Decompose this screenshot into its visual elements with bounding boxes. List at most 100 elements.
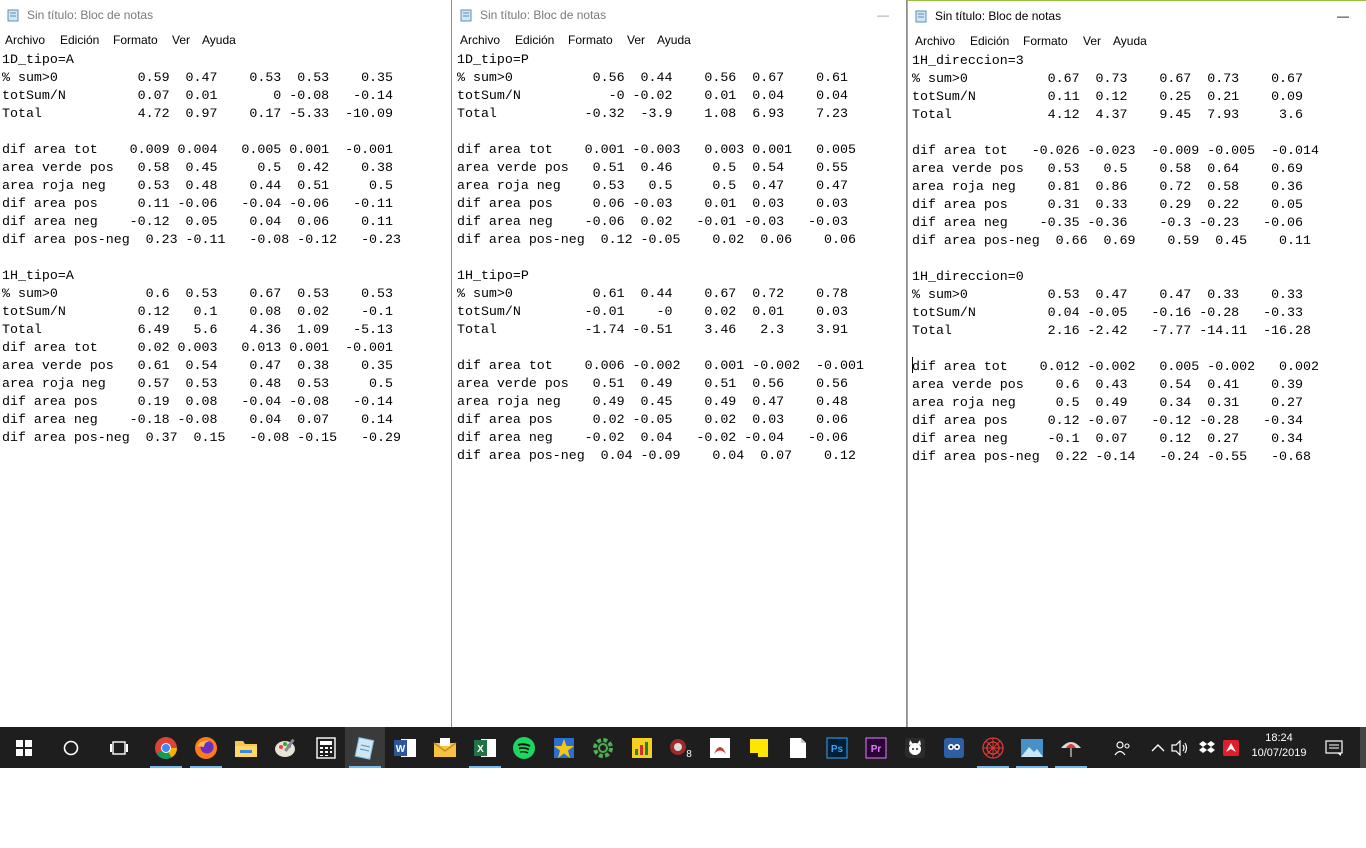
notepad-window-1[interactable]: Sin título: Bloc de notas Archivo Edició… (0, 0, 452, 727)
taskbar-spider-web[interactable] (973, 727, 1013, 768)
action-center-button[interactable] (1320, 727, 1348, 768)
menu-bar: Archivo Edición Formato Ver Ayuda (908, 31, 1366, 51)
mail-icon (433, 737, 457, 757)
text-editor[interactable]: 1H_direccion=3 % sum>0 0.67 0.73 0.67 0.… (912, 52, 1319, 466)
taskbar-sticky-notes[interactable] (739, 727, 779, 768)
clock[interactable]: 18:24 10/07/2019 (1244, 731, 1314, 761)
taskbar-acrobat[interactable] (700, 727, 740, 768)
taskbar-mail[interactable] (425, 727, 465, 768)
show-desktop-button[interactable] (1360, 727, 1366, 768)
volume-button[interactable] (1169, 727, 1191, 768)
document-icon (790, 737, 806, 758)
umbrella-app-icon (1061, 741, 1081, 757)
taskbar-github[interactable] (895, 727, 935, 768)
menu-ver[interactable]: Ver (172, 33, 190, 47)
taskbar-paint[interactable] (266, 727, 306, 768)
volume-icon (1171, 739, 1188, 756)
menu-ver[interactable]: Ver (627, 33, 645, 47)
window-title: Sin título: Bloc de notas (27, 8, 154, 22)
taskbar-notepad[interactable] (345, 727, 385, 768)
taskbar-excel[interactable]: X (465, 727, 505, 768)
chart-app-icon (632, 737, 652, 758)
clock-date: 10/07/2019 (1251, 747, 1307, 759)
star-app-icon (554, 737, 574, 758)
calculator-icon (316, 736, 336, 759)
start-button[interactable] (4, 727, 44, 768)
background-area (0, 768, 1366, 848)
title-bar[interactable]: Sin título: Bloc de notas (0, 0, 451, 30)
taskbar-badge-app[interactable]: 8 (661, 727, 701, 768)
acrobat-icon (710, 737, 730, 758)
dropbox-button[interactable] (1195, 727, 1219, 768)
people-icon (1114, 740, 1130, 755)
chevron-up-icon (1151, 743, 1165, 751)
task-view-button[interactable] (99, 727, 139, 768)
notepad-icon (460, 9, 472, 22)
people-button[interactable] (1109, 727, 1137, 768)
taskbar-file-explorer[interactable] (226, 727, 266, 768)
taskbar-firefox[interactable] (186, 727, 226, 768)
start-icon (16, 739, 32, 756)
badge-app-icon: 8 (670, 738, 692, 760)
premiere-icon: Pr (865, 737, 887, 758)
notepad-window-2[interactable]: Sin título: Bloc de notas — Archivo Edic… (453, 0, 907, 727)
svg-text:8: 8 (686, 749, 692, 760)
svg-text:Pr: Pr (871, 744, 882, 755)
taskbar-settings-gear[interactable] (583, 727, 623, 768)
file-explorer-icon (235, 740, 257, 757)
task-view-icon (110, 740, 128, 755)
minimize-button[interactable]: — (860, 0, 906, 30)
menu-bar: Archivo Edición Formato Ver Ayuda (0, 30, 451, 50)
taskbar-premiere[interactable]: Pr (856, 727, 896, 768)
menu-archivo[interactable]: Archivo (915, 34, 955, 48)
spotify-icon (513, 736, 535, 759)
cortana-icon (63, 740, 79, 755)
taskbar-umbrella-app[interactable] (1051, 727, 1091, 768)
menu-archivo[interactable]: Archivo (5, 33, 45, 47)
taskbar-chart-app[interactable] (622, 727, 662, 768)
svg-text:W: W (396, 744, 406, 755)
menu-ayuda[interactable]: Ayuda (657, 33, 691, 47)
owl-app-icon (944, 737, 964, 758)
text-editor[interactable]: 1D_tipo=A % sum>0 0.59 0.47 0.53 0.53 0.… (2, 51, 401, 447)
taskbar: W X 8 Ps Pr 18:24 10/07/2019 (0, 727, 1366, 768)
github-icon (905, 737, 925, 758)
excel-icon: X (474, 738, 496, 757)
menu-edicion[interactable]: Edición (970, 34, 1009, 48)
menu-formato[interactable]: Formato (113, 33, 158, 47)
photos-icon (1021, 738, 1043, 757)
notepad-icon (915, 10, 927, 23)
menu-formato[interactable]: Formato (1023, 34, 1068, 48)
spider-web-icon (982, 736, 1004, 759)
taskbar-word[interactable]: W (385, 727, 425, 768)
text-caret (912, 357, 913, 373)
photoshop-icon: Ps (826, 737, 848, 758)
menu-ayuda[interactable]: Ayuda (202, 33, 236, 47)
clock-time: 18:24 (1265, 732, 1293, 744)
word-icon: W (394, 738, 416, 757)
taskbar-chrome[interactable] (146, 727, 186, 768)
notepad-window-3[interactable]: Sin título: Bloc de notas — Archivo Edic… (907, 0, 1366, 727)
menu-formato[interactable]: Formato (568, 33, 613, 47)
title-bar[interactable]: Sin título: Bloc de notas — (908, 1, 1366, 31)
taskbar-photos[interactable] (1012, 727, 1052, 768)
menu-ver[interactable]: Ver (1083, 34, 1101, 48)
cortana-button[interactable] (51, 727, 91, 768)
chrome-icon (155, 736, 177, 759)
menu-edicion[interactable]: Edición (60, 33, 99, 47)
taskbar-owl-app[interactable] (934, 727, 974, 768)
minimize-button[interactable]: — (1320, 1, 1366, 31)
antivirus-button[interactable] (1220, 727, 1242, 768)
text-editor[interactable]: 1D_tipo=P % sum>0 0.56 0.44 0.56 0.67 0.… (457, 51, 864, 465)
show-hidden-icons-button[interactable] (1147, 727, 1169, 768)
taskbar-calculator[interactable] (306, 727, 346, 768)
title-bar[interactable]: Sin título: Bloc de notas — (453, 0, 906, 30)
taskbar-star-app[interactable] (544, 727, 584, 768)
taskbar-spotify[interactable] (504, 727, 544, 768)
menu-ayuda[interactable]: Ayuda (1113, 34, 1147, 48)
firefox-icon (195, 736, 217, 759)
menu-archivo[interactable]: Archivo (460, 33, 500, 47)
taskbar-document[interactable] (778, 727, 818, 768)
menu-edicion[interactable]: Edición (515, 33, 554, 47)
taskbar-photoshop[interactable]: Ps (817, 727, 857, 768)
